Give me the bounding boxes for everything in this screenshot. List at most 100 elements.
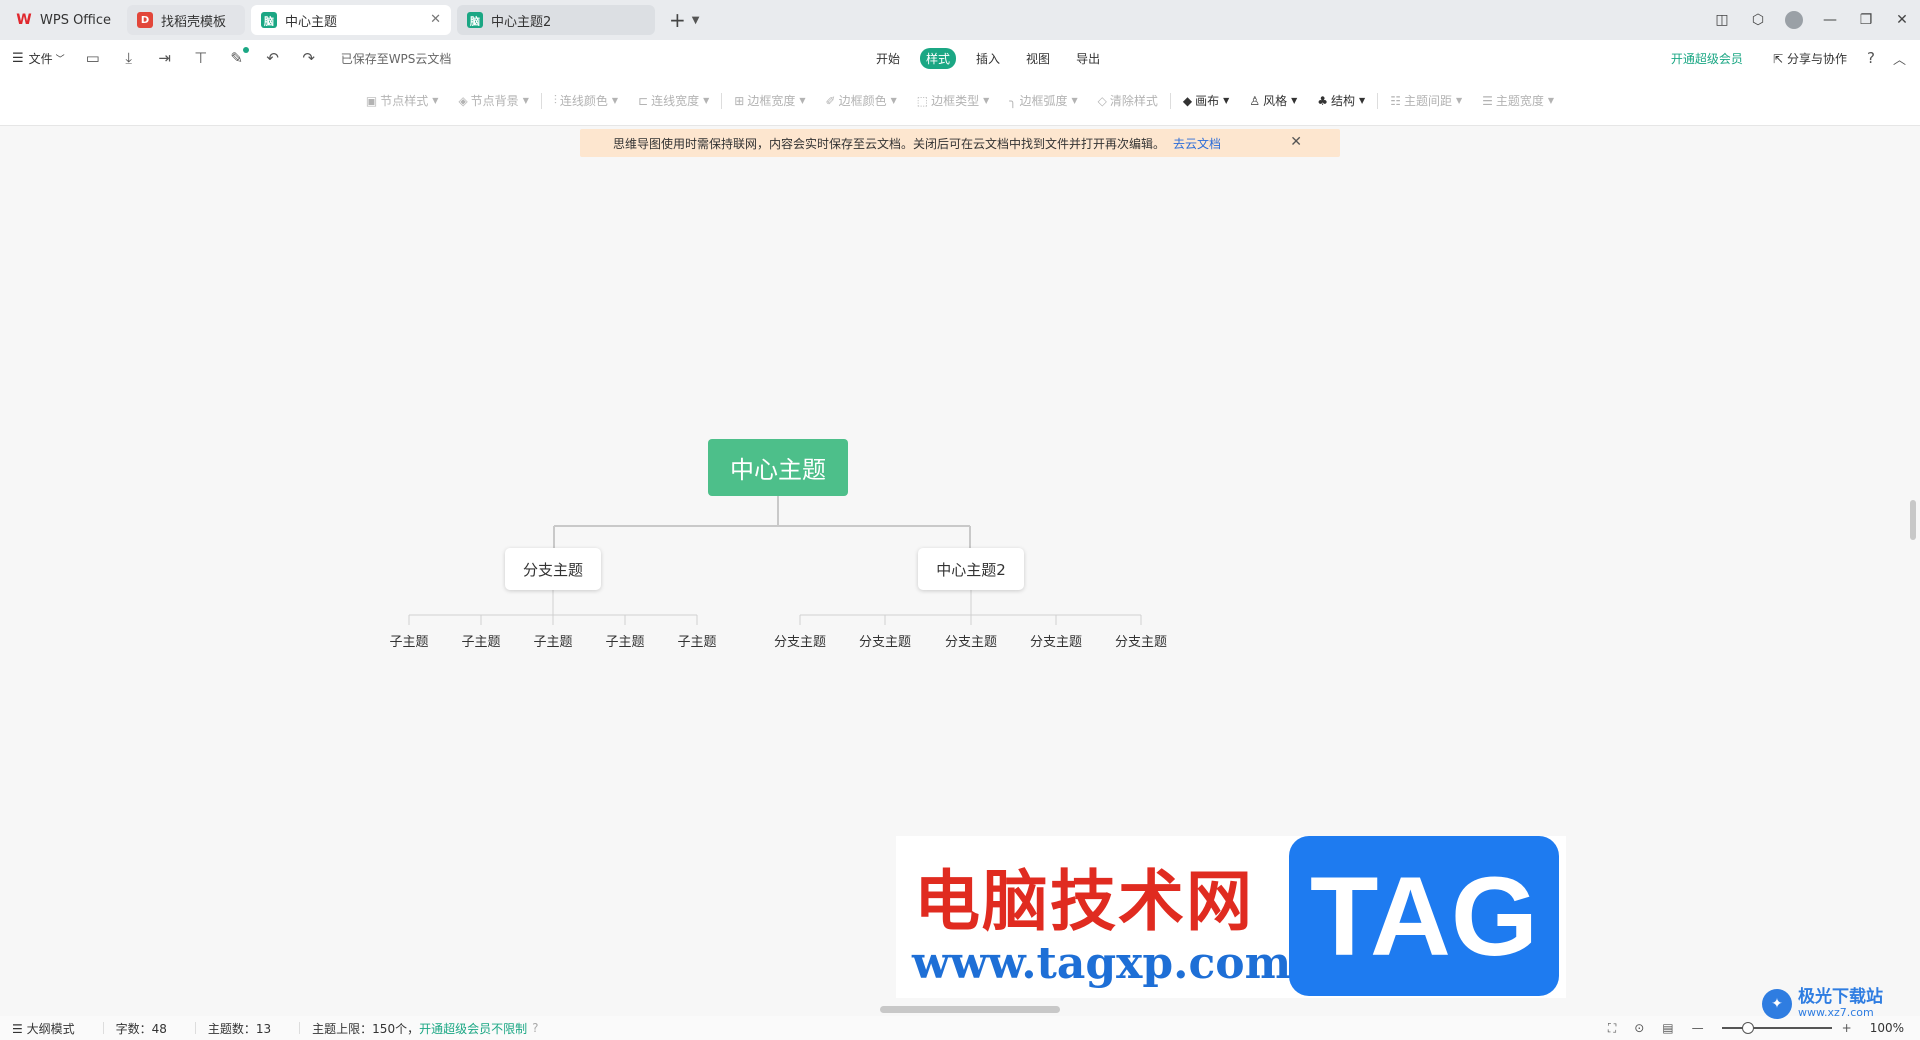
subtopic-node[interactable]: 分支主题 [845, 630, 925, 650]
export-icon[interactable]: ⇥ [157, 49, 173, 67]
border-radius-button[interactable]: ╮ 边框弧度 ▼ [1009, 92, 1077, 109]
subtopic-node[interactable]: 子主题 [662, 630, 732, 650]
theme-style-button[interactable]: ♙ 风格 ▼ [1249, 92, 1297, 109]
tab-label: 找稻壳模板 [161, 14, 227, 30]
structure-icon: ♣ [1317, 93, 1329, 108]
tab-view[interactable]: 视图 [1020, 48, 1056, 69]
tab-export[interactable]: 导出 [1070, 48, 1106, 69]
border-color-icon: ✐ [825, 93, 836, 108]
horizontal-scrollbar[interactable] [880, 1006, 1060, 1013]
watermark: 电脑技术网 www.tagxp.com TAG [896, 836, 1566, 998]
subtopic-node[interactable]: 分支主题 [931, 630, 1011, 650]
vip-unlimited-link[interactable]: 开通超级会员不限制 [419, 1020, 527, 1037]
collapse-ribbon-icon[interactable]: ︿ [1893, 49, 1906, 68]
save-icon[interactable]: ▭ [85, 49, 101, 67]
topic-count: 主题数：13 [207, 1021, 272, 1036]
line-color-button[interactable]: ⫶ 连线颜色 ▼ [554, 92, 618, 109]
toolbar-label: 连线宽度 [651, 94, 700, 108]
border-type-icon: ⬚ [916, 93, 929, 108]
border-type-button[interactable]: ⬚ 边框类型 ▼ [917, 92, 990, 109]
vip-button[interactable]: 开通超级会员 [1671, 50, 1743, 67]
site-logo-title: 极光下载站 [1798, 987, 1883, 1007]
subtopic-node[interactable]: 子主题 [374, 630, 444, 650]
file-menu-label: 文件 [28, 51, 53, 66]
toolbar-label: 节点背景 [470, 94, 519, 108]
border-width-button[interactable]: ⊞ 边框宽度 ▼ [734, 92, 805, 109]
tab-wps-office[interactable]: W WPS Office [6, 5, 121, 35]
layout-icon[interactable]: ◫ [1704, 12, 1740, 28]
spacing-icon: ☷ [1390, 93, 1401, 108]
border-radius-icon: ╮ [1009, 93, 1017, 108]
toolbar-label: 边框类型 [931, 94, 980, 108]
line-width-button[interactable]: ⊏ 连线宽度 ▼ [638, 92, 709, 109]
node-background-button[interactable]: ◈ 节点背景 ▼ [458, 92, 528, 109]
subtopic-node[interactable]: 分支主题 [760, 630, 840, 650]
help-icon[interactable]: ? [1867, 49, 1875, 67]
style-toolbar: ▣ 节点样式 ▼ ◈ 节点背景 ▼ ⫶ 连线颜色 ▼ ⊏ 连线宽度 ▼ ⊞ 边框宽度 ▼ ✐ 边框颜色… [0, 76, 1920, 126]
format-painter-icon[interactable]: ⊤ [193, 49, 209, 67]
topic-limit: 主题上限：150个， [312, 1021, 420, 1036]
tab-mindmap-active[interactable]: 脑 中心主题 ✕ [251, 5, 452, 35]
zoom-slider-knob[interactable] [1741, 1022, 1754, 1034]
map-icon[interactable]: ▤ [1662, 1021, 1673, 1035]
close-window-icon[interactable]: ✕ [1884, 12, 1920, 28]
zoom-out-icon[interactable]: — [1692, 1021, 1704, 1035]
subtopic-node[interactable]: 子主题 [518, 630, 588, 650]
chevron-down-icon: ﹀ [55, 54, 65, 65]
tab-style[interactable]: 样式 [920, 47, 957, 69]
tab-mindmap-2[interactable]: 脑 中心主题2 [457, 5, 656, 35]
tab-label: 中心主题2 [491, 14, 552, 30]
subtopic-node[interactable]: 分支主题 [1101, 630, 1181, 650]
locate-icon[interactable]: ⊙ [1634, 1021, 1644, 1035]
vertical-scrollbar[interactable] [1910, 500, 1916, 540]
border-color-button[interactable]: ✐ 边框颜色 ▼ [826, 92, 897, 109]
minimize-icon[interactable]: — [1812, 12, 1848, 28]
eraser-icon: ◇ [1097, 93, 1107, 108]
watermark-cn-text: 电脑技术网 [914, 863, 1254, 940]
canvas-button[interactable]: ◆ 画布 ▼ [1183, 92, 1229, 109]
save-status: 已保存至WPS云文档 [340, 51, 452, 66]
shirt-icon: ♙ [1249, 93, 1261, 108]
outline-mode-button[interactable]: ☰ 大纲模式 [12, 1020, 75, 1037]
download-icon[interactable]: ⤓ [121, 49, 137, 67]
subtopic-node[interactable]: 子主题 [446, 630, 516, 650]
undo-icon[interactable]: ↶ [265, 49, 281, 67]
file-menu-button[interactable]: ☰ 文件 ﹀ [12, 50, 65, 67]
toolbar-label: 结构 [1331, 94, 1356, 108]
add-tab-icon[interactable]: + [669, 8, 686, 32]
redo-icon[interactable]: ↷ [301, 49, 317, 67]
branch-topic-node-2[interactable]: 中心主题2 [918, 548, 1024, 590]
chevron-down-icon[interactable]: ▼ [692, 15, 700, 26]
structure-button[interactable]: ♣ 结构 ▼ [1317, 92, 1365, 109]
mindmap-icon: 脑 [261, 12, 278, 28]
central-topic-node[interactable]: 中心主题 [708, 439, 848, 496]
clear-style-button[interactable]: ◇ 清除样式 [1098, 92, 1158, 109]
pen-icon[interactable]: ✎ [229, 47, 249, 67]
topic-spacing-button[interactable]: ☷ 主题间距 ▼ [1390, 92, 1462, 109]
topic-width-button[interactable]: ☰ 主题宽度 ▼ [1482, 92, 1554, 109]
restore-icon[interactable]: ❐ [1848, 12, 1884, 28]
wps-logo-icon: W [16, 12, 32, 28]
subtopic-node[interactable]: 子主题 [590, 630, 660, 650]
node-style-button[interactable]: ▣ 节点样式 ▼ [366, 92, 439, 109]
aurora-logo-icon: ✦ [1762, 989, 1792, 1019]
subtopic-node[interactable]: 分支主题 [1016, 630, 1096, 650]
tab-start[interactable]: 开始 [870, 48, 906, 69]
share-button[interactable]: ⇱ 分享与协作 [1773, 50, 1847, 67]
close-icon[interactable]: ✕ [430, 12, 441, 27]
zoom-slider[interactable] [1721, 1022, 1832, 1034]
toolbar-label: 清除样式 [1109, 94, 1158, 108]
title-bar: W WPS Office D 找稻壳模板 脑 中心主题 ✕ 脑 中心主题2 + … [0, 0, 1920, 40]
toolbar-label: 连线颜色 [559, 94, 608, 108]
toolbar-label: 边框宽度 [747, 94, 796, 108]
hamburger-icon: ☰ [12, 50, 24, 66]
tab-insert[interactable]: 插入 [970, 48, 1006, 69]
branch-topic-node[interactable]: 分支主题 [505, 548, 601, 590]
tab-daoke-templates[interactable]: D 找稻壳模板 [127, 5, 246, 35]
daoke-icon: D [137, 12, 154, 28]
avatar[interactable] [1785, 11, 1803, 29]
cube-icon[interactable]: ⬡ [1740, 12, 1776, 28]
tab-label: WPS Office [40, 12, 112, 28]
question-icon[interactable]: ? [532, 1021, 538, 1035]
fit-screen-icon[interactable]: ⛶ [1608, 1021, 1616, 1036]
